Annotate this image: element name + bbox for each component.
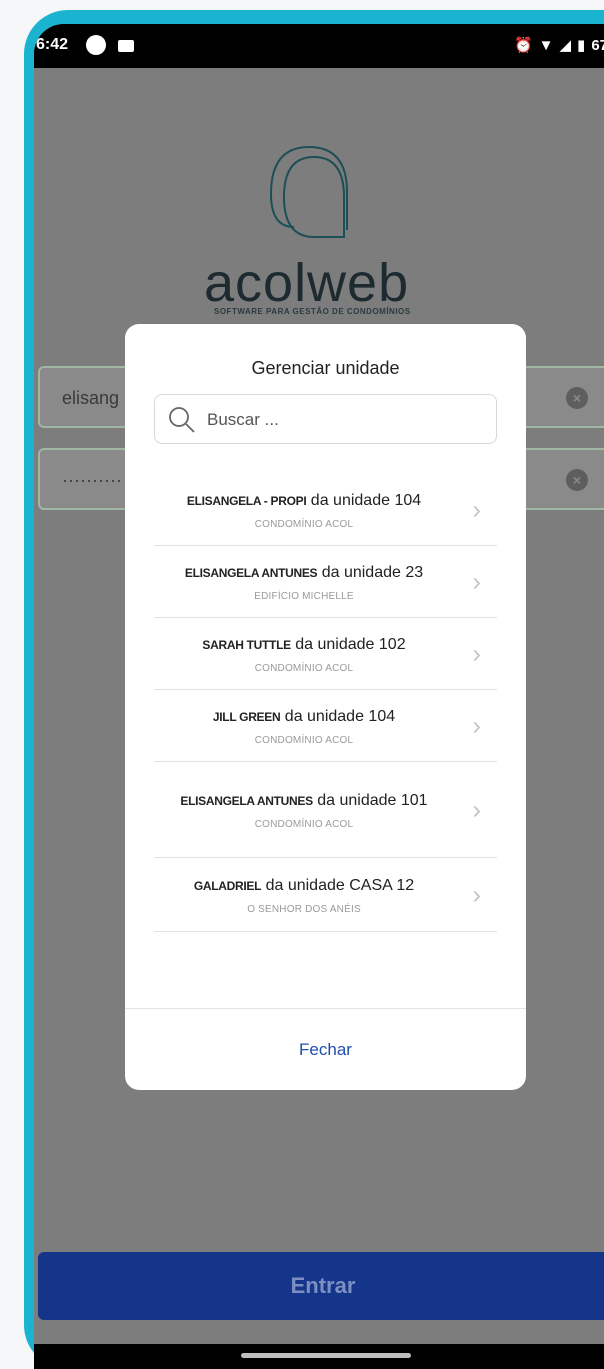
resident-name: ELISANGELA ANTUNES bbox=[184, 566, 318, 580]
resident-name: JILL GREEN bbox=[212, 710, 281, 724]
signal-icon: ◢ bbox=[559, 37, 572, 54]
navigation-bar bbox=[34, 1344, 604, 1369]
unit-label: da unidade 102 bbox=[290, 636, 406, 653]
condo-name: EDIFÍCIO MICHELLE bbox=[254, 591, 354, 602]
manage-unit-dialog: Gerenciar unidade Buscar ... ELISANGELA … bbox=[125, 324, 526, 1090]
resident-name: ELISANGELA - PROPI bbox=[186, 494, 307, 508]
status-time: 6:42 bbox=[36, 36, 69, 53]
search-icon bbox=[167, 405, 197, 440]
wifi-icon: ▼ bbox=[538, 36, 554, 54]
unit-label: da unidade 101 bbox=[312, 792, 428, 809]
battery-icon: ▮ bbox=[577, 37, 586, 54]
username-value: elisang bbox=[62, 388, 120, 408]
unit-label: da unidade 104 bbox=[280, 708, 396, 725]
search-input[interactable]: Buscar ... bbox=[207, 410, 279, 430]
notification-icon bbox=[86, 35, 106, 55]
chevron-right-icon: › bbox=[472, 879, 481, 909]
status-bar: 6:42 ⏰ ▼ ◢ ▮ 67 bbox=[34, 24, 604, 68]
acolweb-logo-icon bbox=[259, 142, 369, 247]
list-item[interactable]: ELISANGELA ANTUNES da unidade 23 EDIFÍCI… bbox=[154, 546, 497, 618]
password-value: ·········· bbox=[62, 470, 122, 490]
condo-name: CONDOMÍNIO ACOL bbox=[254, 819, 354, 830]
resident-name: SARAH TUTTLE bbox=[202, 638, 291, 652]
chevron-right-icon: › bbox=[472, 494, 481, 524]
unit-label: da unidade 23 bbox=[317, 564, 424, 581]
search-field[interactable]: Buscar ... bbox=[154, 394, 497, 444]
battery-level: 67 bbox=[591, 36, 604, 54]
home-indicator[interactable] bbox=[241, 1353, 411, 1358]
condo-name: CONDOMÍNIO ACOL bbox=[254, 663, 354, 674]
chevron-right-icon: › bbox=[472, 566, 481, 596]
resident-name: ELISANGELA ANTUNES bbox=[180, 794, 313, 808]
unit-list: ELISANGELA - PROPI da unidade 104 CONDOM… bbox=[154, 474, 497, 932]
list-item[interactable]: GALADRIEL da unidade CASA 12 O SENHOR DO… bbox=[154, 858, 497, 932]
alarm-icon: ⏰ bbox=[513, 37, 533, 54]
condo-name: CONDOMÍNIO ACOL bbox=[254, 735, 354, 746]
list-item[interactable]: ELISANGELA - PROPI da unidade 104 CONDOM… bbox=[154, 474, 497, 546]
list-item[interactable]: ELISANGELA ANTUNES da unidade 101 CONDOM… bbox=[154, 762, 497, 858]
clear-icon[interactable]: × bbox=[566, 387, 588, 409]
dialog-title: Gerenciar unidade bbox=[251, 358, 400, 378]
condo-name: CONDOMÍNIO ACOL bbox=[254, 519, 354, 530]
list-item[interactable]: JILL GREEN da unidade 104 CONDOMÍNIO ACO… bbox=[154, 690, 497, 762]
unit-label: da unidade CASA 12 bbox=[261, 877, 415, 894]
dialog-footer: Fechar bbox=[125, 1008, 526, 1090]
condo-name: O SENHOR DOS ANÉIS bbox=[247, 904, 361, 915]
list-item[interactable]: SARAH TUTTLE da unidade 102 CONDOMÍNIO A… bbox=[154, 618, 497, 690]
brand-tagline: SOFTWARE PARA GESTÃO DE CONDOMÍNIOS bbox=[214, 307, 411, 316]
brand-name: acolweb bbox=[204, 253, 410, 313]
chevron-right-icon: › bbox=[472, 638, 481, 668]
close-button[interactable]: Fechar bbox=[125, 1009, 526, 1090]
sim-icon bbox=[118, 40, 134, 52]
chevron-right-icon: › bbox=[472, 794, 481, 824]
status-icons: ⏰ ▼ ◢ ▮ 67 bbox=[513, 36, 604, 55]
unit-label: da unidade 104 bbox=[306, 492, 422, 509]
chevron-right-icon: › bbox=[472, 710, 481, 740]
clear-icon[interactable]: × bbox=[566, 469, 588, 491]
resident-name: GALADRIEL bbox=[193, 879, 262, 893]
login-button[interactable]: Entrar bbox=[38, 1252, 604, 1320]
